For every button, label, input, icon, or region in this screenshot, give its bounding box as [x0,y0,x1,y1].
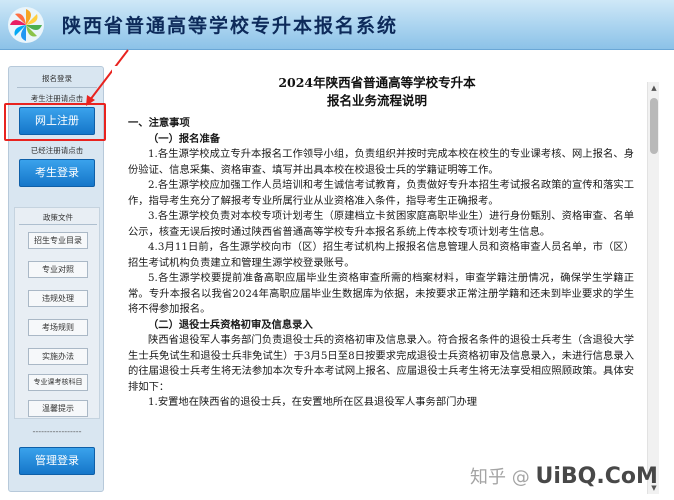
section-heading: 一、注意事项 [128,117,190,129]
document-title-line1: 2024年陕西省普通高等学校专升本 [278,75,476,90]
subsection-heading: （一）报名准备 [148,132,221,145]
divider [17,87,97,88]
policy-item-enrollment-catalog[interactable]: 招生专业目录 [28,232,88,249]
divider-dashes: ----------------- [32,427,82,436]
policy-item-implementation[interactable]: 实施办法 [28,348,88,365]
registered-hint: 已经注册请点击 [30,146,84,155]
policy-label: 政策文件 [43,213,73,222]
paragraph: 4.3月11日前，各生源学校向市（区）招生考试机构上报报名信息管理人员和资格审查… [128,241,634,269]
document-title-line2: 报名业务流程说明 [326,93,427,108]
divider [19,224,97,225]
watermark-brand: UiBQ.CoM [535,464,658,489]
scroll-thumb[interactable] [650,98,658,154]
document-panel: 2024年陕西省普通高等学校专升本 报名业务流程说明 一、注意事项 （一）报名准… [112,66,660,496]
registration-label: 报名登录 [42,74,72,83]
policy-item-tips[interactable]: 温馨提示 [28,400,88,417]
app-header: 陕西省普通高等学校专升本报名系统 [0,0,674,50]
site-title: 陕西省普通高等学校专升本报名系统 [62,15,399,37]
policy-panel: 政策文件 招生专业目录 专业对照 违规处理 考场规则 实施办法 专业课考核科目 … [14,207,100,419]
paragraph: 5.各生源学校要提前准备高职应届毕业生资格审查所需的档案材料，审查学籍注册情况，… [128,272,634,315]
subsection-heading: （二）退役士兵资格初审及信息录入 [148,318,313,331]
paragraph: 陕西省退役军人事务部门负责退役士兵的资格初审及信息录入。符合报名条件的退役士兵考… [128,334,634,393]
policy-item-violations[interactable]: 违规处理 [28,290,88,307]
admin-login-button[interactable]: 管理登录 [19,447,95,475]
policy-item-major-mapping[interactable]: 专业对照 [28,261,88,278]
document-scrollbar[interactable]: ▲ ▼ [647,82,659,494]
policy-item-exam-rules[interactable]: 考场规则 [28,319,88,336]
watermark: 知乎 @ UiBQ.CoM [470,463,670,497]
new-user-hint: 考生注册请点击 [30,94,84,103]
pinwheel-logo-icon [8,7,44,43]
student-login-button[interactable]: 考生登录 [19,159,95,187]
paragraph: 1.各生源学校成立专升本报名工作领导小组，负责组织并按时完成本校在校生的专业课考… [128,148,634,176]
watermark-text: 知乎 @ [470,467,530,488]
paragraph: 1.安置地在陕西省的退役士兵，在安置地所在区县退役军人事务部门办理 [148,396,478,408]
paragraph: 3.各生源学校负责对本校专项计划考生（原建档立卡贫困家庭高职毕业生）进行身份甄别… [128,210,634,238]
sidebar: 报名登录 考生注册请点击 网上注册 已经注册请点击 考生登录 政策文件 招生专业… [8,66,104,492]
policy-item-subjects[interactable]: 专业课考核科目 [28,374,88,391]
scroll-up-icon[interactable]: ▲ [648,82,660,94]
paragraph: 2.各生源学校应加强工作人员培训和考生诚信考试教育，负责做好专升本招生考试报名政… [128,179,634,207]
document-body: 一、注意事项 （一）报名准备 1.各生源学校成立专升本报名工作领导小组，负责组织… [128,116,634,411]
register-button[interactable]: 网上注册 [19,107,95,135]
